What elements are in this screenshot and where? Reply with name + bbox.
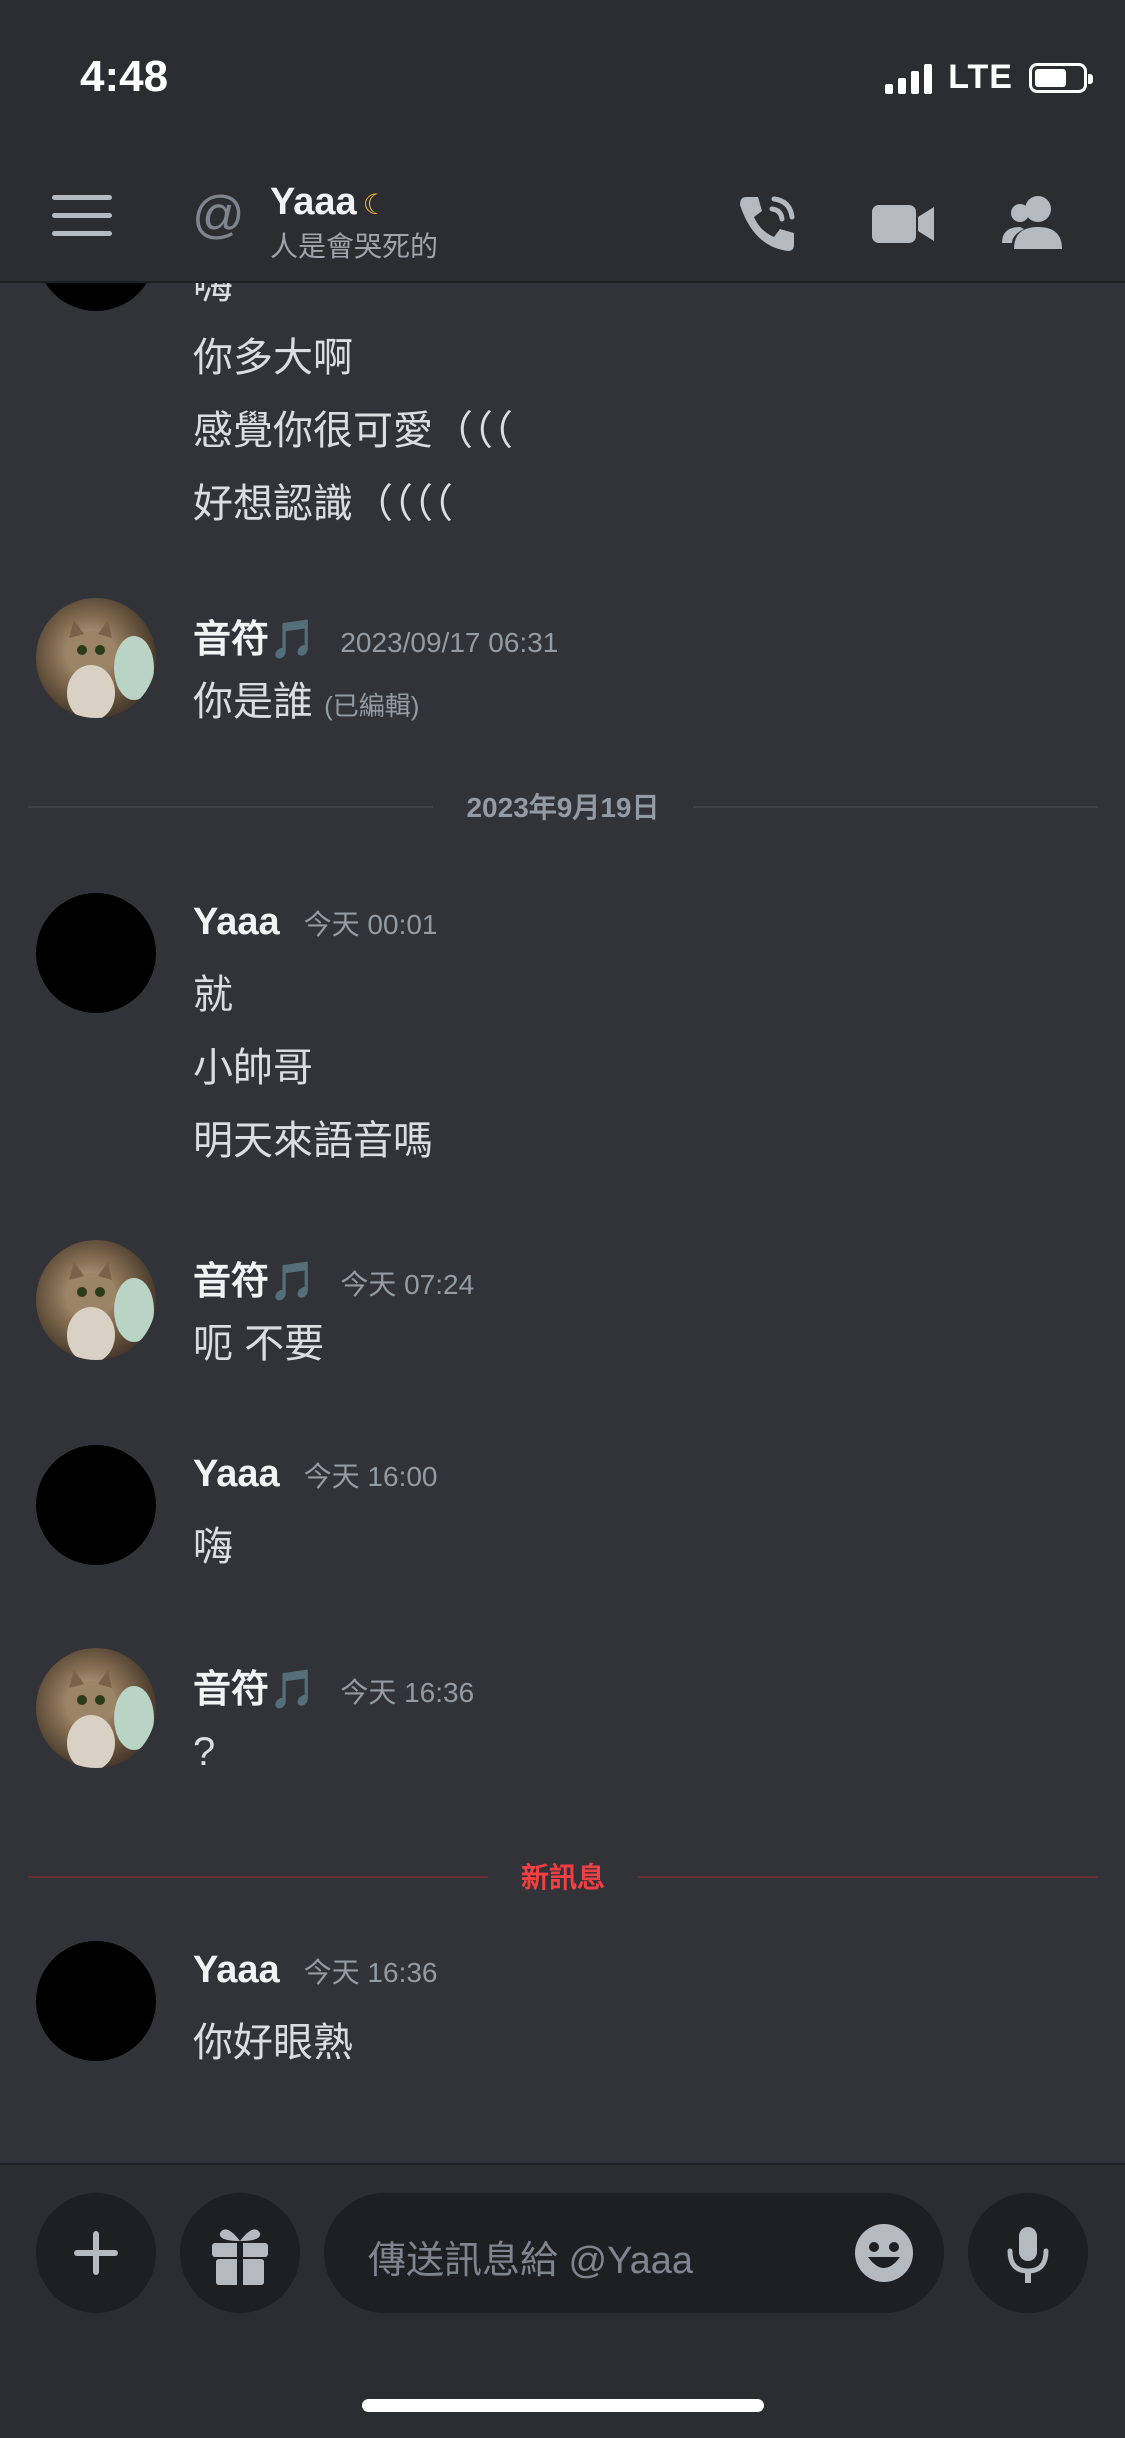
message-line: 呃 不要 [193, 1322, 325, 1366]
message-timestamp: 今天 00:01 [303, 909, 438, 940]
message-line: 你是誰 [193, 680, 313, 724]
add-attachment-button[interactable] [36, 2193, 156, 2313]
message-timestamp: 2023/09/17 06:31 [340, 627, 559, 658]
message-author[interactable]: 音符🎵 2023/09/17 06:31 [193, 608, 558, 663]
message-author[interactable]: Yaaa 今天 00:01 [193, 901, 438, 944]
status-time: 4:48 [80, 52, 169, 101]
avatar-cat[interactable] [36, 1240, 156, 1360]
message-line: 就 [193, 973, 233, 1017]
avatar[interactable] [36, 1941, 156, 2061]
avatar[interactable] [36, 893, 156, 1013]
message-timestamp: 今天 16:36 [303, 1957, 438, 1988]
cat-photo [65, 620, 154, 718]
new-messages-divider: 新訊息 [28, 1856, 1098, 1896]
new-messages-label: 新訊息 [520, 1862, 605, 1893]
message-timestamp: 今天 16:00 [303, 1461, 438, 1492]
gift-button[interactable] [180, 2193, 300, 2313]
voice-message-button[interactable] [968, 2193, 1088, 2313]
message-content: 嗨 [193, 1511, 233, 1584]
dm-title[interactable]: Yaaa ☾ [270, 181, 388, 224]
message-timestamp: 今天 07:24 [340, 1269, 475, 1300]
message-group: 嗨 你多大啊 感覺你很可愛（（（ 好想認識（（（（ [193, 283, 513, 541]
message-input-placeholder: 傳送訊息給 @Yaaa [368, 2240, 694, 2282]
voice-call-icon[interactable] [732, 189, 802, 259]
message-content: 你是誰 (已編輯) [193, 666, 419, 743]
plus-icon [74, 2231, 118, 2275]
menu-icon[interactable] [52, 195, 112, 245]
composer-bar: 傳送訊息給 @Yaaa [0, 2163, 1125, 2438]
cat-photo [65, 1670, 154, 1768]
message-line: 嗨 [193, 283, 233, 307]
signal-icon [885, 62, 933, 94]
message-content: 你好眼熟 [193, 2007, 353, 2080]
avatar[interactable] [36, 283, 156, 311]
message-author[interactable]: 音符🎵 今天 07:24 [193, 1250, 474, 1305]
status-indicators: LTE [885, 58, 1093, 97]
message-line: ? [193, 1730, 216, 1774]
message-author[interactable]: 音符🎵 今天 16:36 [193, 1658, 474, 1713]
members-icon[interactable] [1000, 189, 1070, 259]
video-call-icon[interactable] [868, 189, 938, 259]
date-divider: 2023年9月19日 [28, 786, 1098, 826]
message-line: 小帥哥 [193, 1046, 313, 1090]
at-icon: @ [192, 186, 245, 244]
message-author[interactable]: Yaaa 今天 16:00 [193, 1453, 438, 1496]
channel-header: @ Yaaa ☾ 人是會哭死的 [0, 165, 1125, 283]
message-content: ? [193, 1716, 215, 1789]
message-line: 明天來語音嗎 [193, 1119, 433, 1163]
message-list[interactable]: 嗨 你多大啊 感覺你很可愛（（（ 好想認識（（（（ 音符🎵 2023/09/17 … [0, 283, 1125, 2163]
status-bar: 4:48 LTE [0, 0, 1125, 165]
network-label: LTE [948, 58, 1013, 96]
home-indicator[interactable] [362, 2399, 764, 2412]
dm-status-text: 人是會哭死的 [270, 231, 439, 262]
message-line: 好想認識（（（（ [193, 482, 453, 526]
message-author[interactable]: Yaaa 今天 16:36 [193, 1949, 438, 1992]
message-line: 你多大啊 [193, 336, 353, 380]
date-divider-label: 2023年9月19日 [466, 792, 660, 823]
message-timestamp: 今天 16:36 [340, 1677, 475, 1708]
message-input[interactable]: 傳送訊息給 @Yaaa [324, 2193, 944, 2313]
message-line: 你好眼熟 [193, 2021, 353, 2065]
edited-label: (已編輯) [324, 691, 420, 721]
message-line: 嗨 [193, 1525, 233, 1569]
message-line: 感覺你很可愛（（（ [193, 409, 513, 453]
gift-icon [212, 2229, 268, 2285]
emoji-icon[interactable] [852, 2221, 916, 2285]
microphone-icon [1007, 2227, 1049, 2283]
cat-photo [65, 1262, 154, 1360]
idle-moon-icon: ☾ [362, 189, 388, 220]
avatar-cat[interactable] [36, 598, 156, 718]
avatar[interactable] [36, 1445, 156, 1565]
avatar-cat[interactable] [36, 1648, 156, 1768]
message-content: 呃 不要 [193, 1308, 324, 1381]
battery-icon [1029, 62, 1093, 93]
message-group: 就 小帥哥 明天來語音嗎 [193, 959, 433, 1178]
